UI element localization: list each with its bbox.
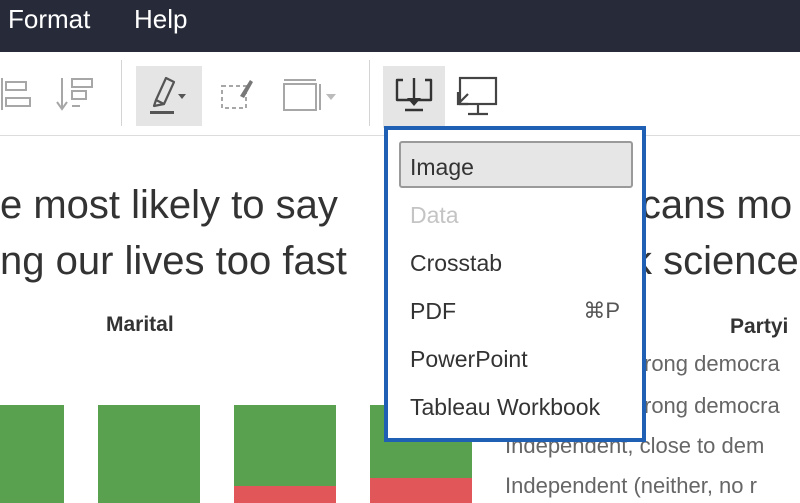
menu-format[interactable]: Format [8, 6, 90, 32]
legend-item: rong democra [644, 393, 780, 418]
presentation-icon[interactable] [454, 74, 500, 118]
tableau-window: Format Help e most likely to say ng our … [0, 0, 800, 503]
format-brush-icon[interactable] [218, 76, 256, 112]
marital-section-label: Marital [106, 313, 174, 336]
menu-bar: Format Help [0, 0, 800, 52]
menu-item-image[interactable]: Image [410, 154, 474, 180]
left-title-line-2: ng our lives too fast [0, 239, 347, 283]
legend-item: Independent (neither, no r [505, 473, 757, 498]
bar-segment-green[interactable] [0, 405, 64, 503]
bar-segment-red[interactable] [234, 486, 336, 503]
menu-item-data: Data [410, 202, 459, 228]
bar-segment-green[interactable] [98, 405, 200, 503]
align-left-icon[interactable] [0, 76, 34, 112]
pdf-shortcut: ⌘P [583, 298, 620, 323]
bar-segment-green[interactable] [234, 405, 336, 486]
right-title-line-1: icans mo [632, 183, 793, 227]
menu-item-pdf[interactable]: PDF [410, 298, 456, 324]
bar-segment-red[interactable] [370, 478, 472, 503]
download-icon[interactable] [383, 66, 445, 128]
right-title-line-2: k science [632, 239, 799, 283]
menu-help[interactable]: Help [134, 6, 187, 32]
fit-view-icon[interactable] [280, 76, 340, 112]
export-dropdown-menu: Image Data Crosstab PDF ⌘P PowerPoint Ta… [384, 126, 646, 442]
menu-item-powerpoint[interactable]: PowerPoint [410, 346, 528, 372]
left-title-line-1: e most likely to say [0, 183, 338, 227]
sort-descending-icon[interactable] [56, 76, 96, 112]
menu-item-crosstab[interactable]: Crosstab [410, 250, 502, 276]
toolbar-separator [369, 60, 370, 126]
menu-item-tableau-workbook[interactable]: Tableau Workbook [410, 394, 600, 420]
highlighter-icon[interactable] [136, 66, 202, 126]
legend-item: rong democra [644, 351, 780, 376]
toolbar [0, 52, 800, 136]
toolbar-separator [121, 60, 122, 126]
party-section-label: Partyi [730, 315, 789, 338]
